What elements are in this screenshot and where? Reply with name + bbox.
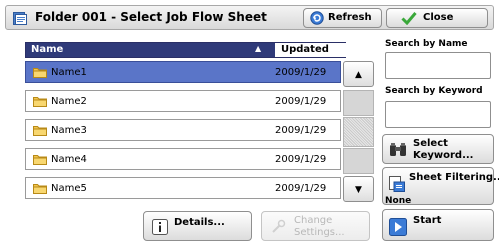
row-updated: 2009/1/29 [275,67,327,78]
list-item[interactable]: Name2 2009/1/29 [25,90,341,112]
scroll-up-button[interactable]: ▲ [343,61,374,87]
column-updated-header[interactable]: Updated [274,43,346,57]
start-button[interactable]: Start [382,209,494,241]
scrollbar-track-upper[interactable] [343,90,374,116]
refresh-button[interactable]: Refresh [303,8,382,28]
folder-sheet-icon [13,11,29,26]
row-updated: 2009/1/29 [275,125,327,136]
sort-ascending-icon: ▲ [255,44,262,53]
sheet-filter-icon [389,176,405,195]
search-by-keyword-label: Search by Keyword [385,86,483,96]
page-title: Folder 001 - Select Job Flow Sheet [35,10,267,24]
scrollbar-thumb[interactable] [343,117,374,147]
list-scrollbar[interactable]: ▲ ▼ [343,61,376,205]
folder-icon [33,125,47,136]
job-flow-list: Name ▲ Updated Name1 2009/1/29 Name2 2009/1… [20,39,378,235]
refresh-icon [310,11,324,28]
arrow-down-icon: ▼ [355,185,362,195]
select-keyword-label-1: Select [413,138,448,149]
close-label: Close [423,12,454,23]
refresh-label: Refresh [328,12,372,23]
search-by-name-input[interactable] [385,52,491,79]
start-arrow-icon [389,218,407,239]
folder-icon [33,183,47,194]
close-button[interactable]: Close [386,8,488,28]
start-label: Start [413,215,442,226]
check-icon [401,11,417,28]
binoculars-icon [389,142,407,161]
row-updated: 2009/1/29 [275,154,327,165]
change-settings-label-2: Settings... [294,227,345,238]
change-settings-label-1: Change [294,215,333,226]
scroll-down-button[interactable]: ▼ [343,176,374,202]
select-keyword-button[interactable]: Select Keyword... [382,134,494,164]
row-name: Name4 [51,154,87,165]
search-by-name-label: Search by Name [385,39,468,49]
details-button[interactable]: Details... [143,211,252,241]
details-label: Details... [174,217,225,228]
settings-icon [270,219,286,238]
row-name: Name1 [51,67,87,78]
list-item[interactable]: Name1 2009/1/29 [25,61,341,83]
list-header: Name ▲ Updated [25,42,346,58]
list-item[interactable]: Name4 2009/1/29 [25,148,341,170]
row-updated: 2009/1/29 [275,183,327,194]
sheet-filtering-label: Sheet Filtering... [409,172,499,183]
list-item[interactable]: Name5 2009/1/29 [25,177,341,199]
column-name-header[interactable]: Name [31,44,63,55]
folder-icon [33,154,47,165]
sheet-filtering-status: None [385,196,412,206]
info-icon [152,219,168,238]
folder-icon [33,96,47,107]
search-by-keyword-input[interactable] [385,101,491,128]
change-settings-button[interactable]: Change Settings... [261,211,370,241]
scrollbar-track-lower[interactable] [343,148,374,174]
row-name: Name5 [51,183,87,194]
row-name: Name3 [51,125,87,136]
select-keyword-label-2: Keyword... [413,150,474,161]
list-item[interactable]: Name3 2009/1/29 [25,119,341,141]
arrow-up-icon: ▲ [355,70,362,80]
row-name: Name2 [51,96,87,107]
row-updated: 2009/1/29 [275,96,327,107]
folder-icon [33,67,47,78]
